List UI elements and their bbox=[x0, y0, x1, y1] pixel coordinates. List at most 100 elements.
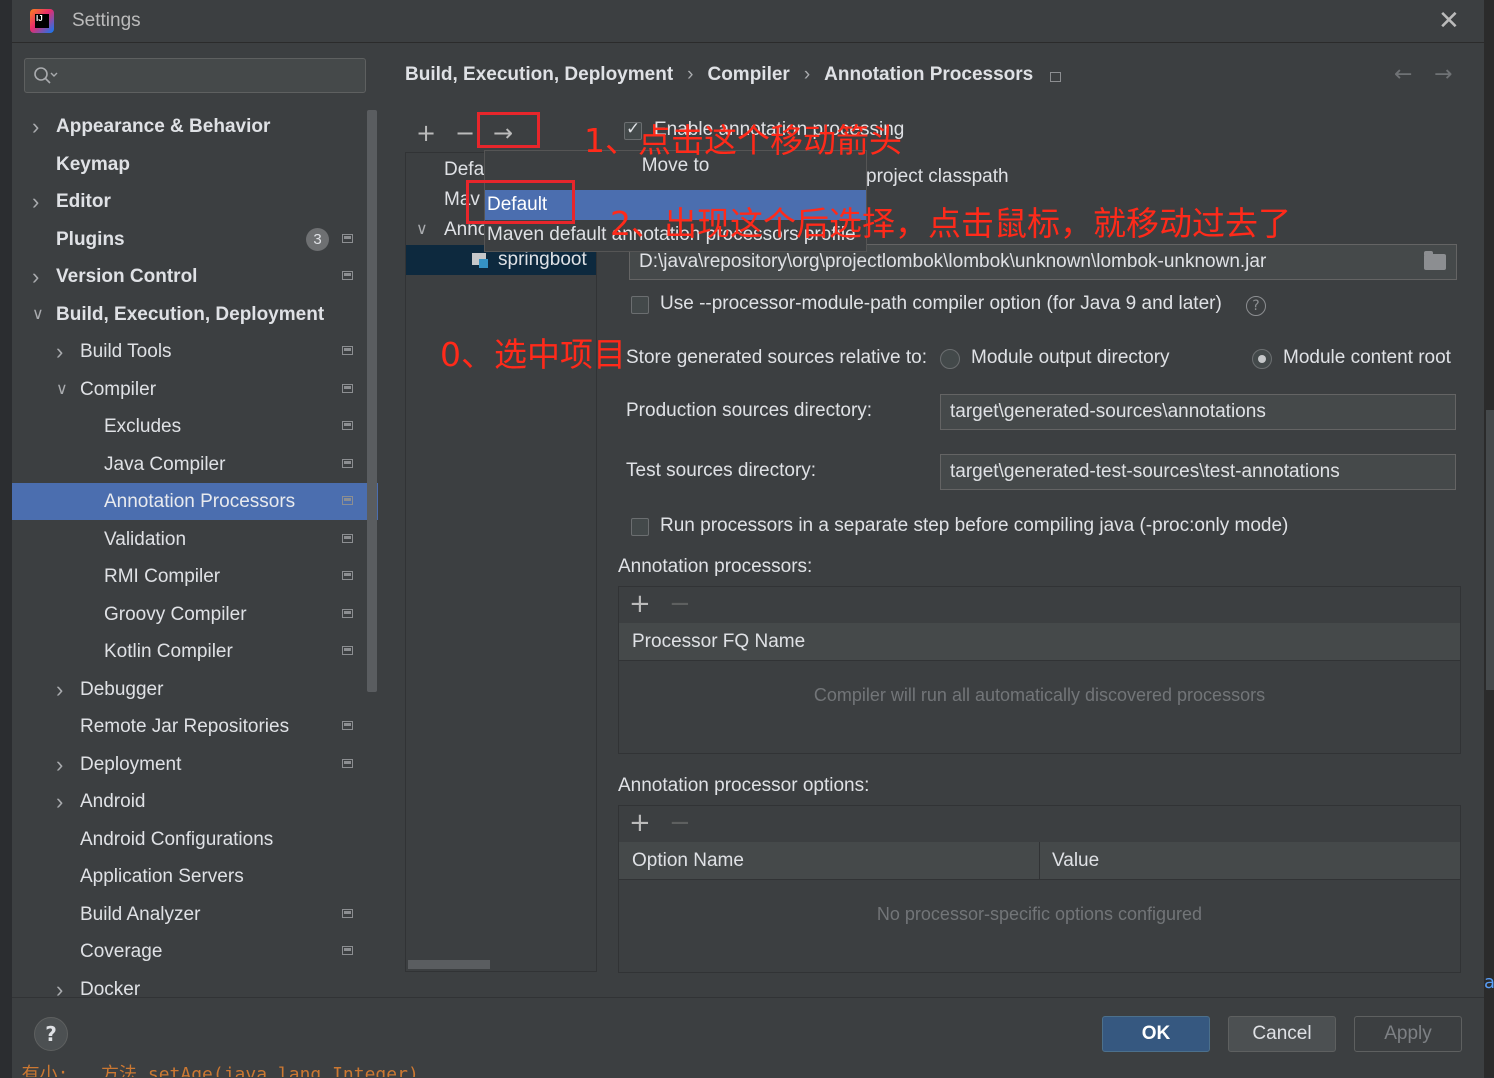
sidebar-item[interactable]: › Editor bbox=[12, 183, 378, 220]
ok-button[interactable]: OK bbox=[1102, 1016, 1210, 1052]
remove-processor-button[interactable]: − bbox=[669, 589, 691, 619]
test-sources-label: Test sources directory: bbox=[626, 460, 817, 481]
option-name-column[interactable]: Option Name bbox=[632, 842, 744, 879]
remove-profile-button[interactable]: − bbox=[455, 119, 475, 147]
sidebar-item[interactable]: ∨ Compiler bbox=[12, 371, 378, 408]
sidebar-item[interactable]: › Version Control bbox=[12, 258, 378, 295]
sidebar-item[interactable]: ∨ Build, Execution, Deployment bbox=[12, 296, 378, 333]
background-editor-strip: a bbox=[1484, 0, 1494, 1077]
project-scope-icon bbox=[342, 271, 353, 280]
sidebar-item[interactable]: Keymap bbox=[12, 146, 378, 183]
sidebar-item[interactable]: › Android bbox=[12, 783, 378, 820]
sidebar-item[interactable]: Groovy Compiler bbox=[12, 596, 378, 633]
option-value-column[interactable]: Value bbox=[1052, 842, 1099, 879]
sidebar-item[interactable]: RMI Compiler bbox=[12, 558, 378, 595]
breadcrumb: Build, Execution, Deployment › Compiler › An… bbox=[405, 64, 1033, 86]
sidebar-item[interactable]: Build Analyzer bbox=[12, 896, 378, 933]
processor-module-path-label: Use --processor-module-path compiler opt… bbox=[660, 293, 1222, 314]
chevron-right-icon[interactable]: › bbox=[32, 108, 48, 145]
sidebar-item[interactable]: › Deployment bbox=[12, 746, 378, 783]
intellij-logo-icon: IJ bbox=[30, 9, 54, 33]
column-divider bbox=[1039, 842, 1040, 879]
separate-step-checkbox[interactable] bbox=[631, 518, 649, 536]
add-processor-button[interactable]: + bbox=[629, 589, 651, 619]
sidebar-item[interactable]: Android Configurations bbox=[12, 821, 378, 858]
chevron-right-icon[interactable]: › bbox=[56, 783, 72, 820]
help-button[interactable]: ? bbox=[34, 1017, 68, 1051]
sidebar-item[interactable]: Kotlin Compiler bbox=[12, 633, 378, 670]
sidebar-item[interactable]: › Debugger bbox=[12, 671, 378, 708]
annotation-step-0: 0、选中项目 bbox=[440, 335, 626, 374]
sidebar-item[interactable]: Validation bbox=[12, 521, 378, 558]
sidebar-item-label: Debugger bbox=[80, 679, 164, 700]
chevron-down-icon[interactable]: ∨ bbox=[416, 215, 428, 245]
project-scope-icon bbox=[342, 721, 353, 730]
processor-options-title: Annotation processor options: bbox=[618, 775, 870, 796]
sidebar-item-label: Groovy Compiler bbox=[104, 604, 247, 625]
sidebar-item[interactable]: Excludes bbox=[12, 408, 378, 445]
settings-search-box[interactable] bbox=[24, 58, 366, 93]
chevron-right-icon[interactable]: › bbox=[32, 183, 48, 220]
project-scope-icon bbox=[342, 909, 353, 918]
obtain-from-classpath-label: project classpath bbox=[866, 166, 1009, 187]
add-profile-button[interactable]: + bbox=[416, 119, 436, 147]
processor-module-path-checkbox[interactable] bbox=[631, 296, 649, 314]
sidebar-item-label: Android Configurations bbox=[80, 829, 274, 850]
help-icon[interactable]: ? bbox=[1246, 296, 1266, 316]
browse-folder-icon[interactable] bbox=[1424, 251, 1446, 270]
project-scope-icon bbox=[342, 571, 353, 580]
sidebar-item-label: RMI Compiler bbox=[104, 566, 221, 587]
module-content-root-radio[interactable] bbox=[1252, 349, 1272, 369]
project-scope-icon bbox=[342, 496, 353, 505]
production-sources-input[interactable]: target\generated-sources\annotations bbox=[940, 394, 1456, 430]
project-scope-icon bbox=[342, 759, 353, 768]
project-scope-icon bbox=[342, 646, 353, 655]
background-link-fragment: a bbox=[1484, 972, 1494, 993]
module-output-directory-radio[interactable] bbox=[940, 349, 960, 369]
breadcrumb-separator: › bbox=[803, 64, 811, 85]
sidebar-item[interactable]: Coverage bbox=[12, 933, 378, 970]
sidebar-scrollbar[interactable] bbox=[367, 110, 377, 692]
chevron-right-icon[interactable]: › bbox=[56, 333, 72, 370]
window-title: Settings bbox=[72, 10, 141, 31]
chevron-down-icon[interactable]: ∨ bbox=[56, 371, 72, 408]
profiles-horizontal-scrollbar[interactable] bbox=[408, 960, 490, 969]
sidebar-item[interactable]: Java Compiler bbox=[12, 446, 378, 483]
breadcrumb-separator: › bbox=[687, 64, 694, 85]
test-sources-value: target\generated-test-sources\test-annot… bbox=[950, 461, 1340, 482]
chevron-right-icon[interactable]: › bbox=[32, 258, 48, 295]
processor-fq-name-column[interactable]: Processor FQ Name bbox=[632, 623, 805, 660]
sidebar-item-label: Plugins bbox=[56, 229, 125, 250]
cancel-button[interactable]: Cancel bbox=[1228, 1016, 1336, 1052]
annotation-step-1: 1、点击这个移动箭头 bbox=[584, 121, 902, 160]
chevron-right-icon[interactable]: › bbox=[56, 671, 72, 708]
annotation-box-move-arrow bbox=[477, 112, 540, 148]
sidebar-item-label: Remote Jar Repositories bbox=[80, 716, 290, 737]
forward-arrow-icon[interactable]: → bbox=[1434, 62, 1452, 87]
sidebar-item[interactable]: › Appearance & Behavior bbox=[12, 108, 378, 145]
search-input[interactable] bbox=[69, 63, 363, 89]
sidebar-item[interactable]: Annotation Processors bbox=[12, 483, 378, 520]
sidebar-item-label: Excludes bbox=[104, 416, 182, 437]
back-arrow-icon[interactable]: ← bbox=[1394, 62, 1412, 87]
add-option-button[interactable]: + bbox=[629, 808, 651, 838]
chevron-right-icon[interactable]: › bbox=[56, 746, 72, 783]
processors-empty-text: Compiler will run all automatically disc… bbox=[813, 685, 1266, 705]
test-sources-input[interactable]: target\generated-test-sources\test-annot… bbox=[940, 454, 1456, 490]
sidebar-item[interactable]: Plugins 3 bbox=[12, 221, 378, 258]
sidebar-item[interactable]: Remote Jar Repositories bbox=[12, 708, 378, 745]
sidebar-item-label: Validation bbox=[104, 529, 187, 550]
remove-option-button[interactable]: − bbox=[669, 808, 691, 838]
background-code-fragment: 有小: 方法 setAge(java.lang.Integer) bbox=[0, 1064, 419, 1077]
close-icon[interactable]: ✕ bbox=[1438, 8, 1460, 34]
sidebar-item[interactable]: Application Servers bbox=[12, 858, 378, 895]
breadcrumb-compiler[interactable]: Compiler bbox=[707, 64, 789, 85]
sidebar-item[interactable]: › Build Tools bbox=[12, 333, 378, 370]
module-output-directory-label: Module output directory bbox=[971, 347, 1170, 368]
sidebar-item-label: Build, Execution, Deployment bbox=[56, 304, 325, 325]
breadcrumb-build-execution[interactable]: Build, Execution, Deployment bbox=[405, 64, 673, 85]
options-empty-text: No processor-specific options configured bbox=[876, 904, 1203, 924]
chevron-down-icon[interactable]: ∨ bbox=[32, 296, 48, 333]
apply-button[interactable]: Apply bbox=[1354, 1016, 1462, 1052]
processors-table-header: Processor FQ Name bbox=[619, 623, 1460, 661]
